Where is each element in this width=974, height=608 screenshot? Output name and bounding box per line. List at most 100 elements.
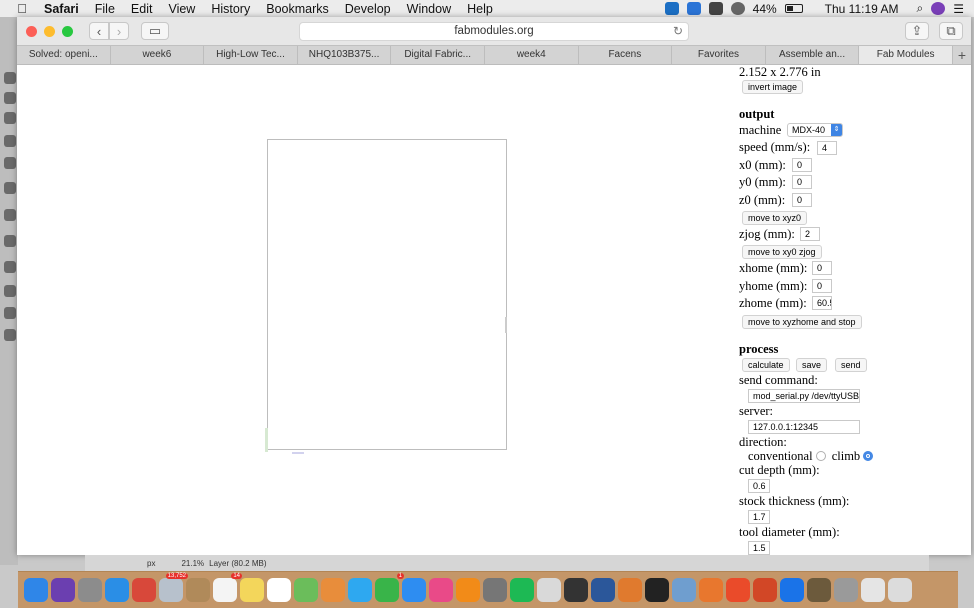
network-icon[interactable] — [672, 578, 696, 602]
tab-week6[interactable]: week6 — [111, 46, 205, 64]
spotify-icon[interactable] — [510, 578, 534, 602]
menu-bookmarks[interactable]: Bookmarks — [258, 2, 337, 16]
minimize-window-button[interactable] — [44, 25, 55, 37]
forward-button[interactable]: › — [109, 22, 129, 40]
notes-icon[interactable] — [240, 578, 264, 602]
preview-icon[interactable] — [537, 578, 561, 602]
facetime-icon[interactable]: 1 — [375, 573, 404, 602]
itunes-icon[interactable] — [429, 578, 453, 602]
launchpad-icon[interactable] — [78, 578, 102, 602]
tab-fab-modules[interactable]: Fab Modules — [859, 46, 953, 64]
wifi-icon[interactable] — [730, 2, 745, 15]
x0-input[interactable]: 0 — [792, 158, 812, 172]
menu-file[interactable]: File — [87, 2, 123, 16]
documents-icon[interactable] — [834, 578, 858, 602]
messages-icon[interactable] — [348, 578, 372, 602]
system-preferences-icon[interactable] — [483, 578, 507, 602]
terminal-icon[interactable] — [645, 578, 669, 602]
menu-help[interactable]: Help — [459, 2, 501, 16]
tab-high-low-tech[interactable]: High-Low Tec... — [204, 46, 298, 64]
mail-icon[interactable]: 13,752 — [159, 573, 188, 602]
teamviewer-icon[interactable] — [780, 578, 804, 602]
chrome-icon[interactable] — [132, 578, 156, 602]
downloads-icon[interactable] — [861, 578, 885, 602]
zoom-value[interactable]: 21.1% — [181, 559, 204, 568]
tab-favorites[interactable]: Favorites — [672, 46, 766, 64]
close-window-button[interactable] — [26, 25, 37, 37]
inkscape-icon[interactable] — [564, 578, 588, 602]
app-store-icon[interactable] — [402, 578, 426, 602]
new-tab-button[interactable]: + — [953, 46, 971, 64]
machine-select[interactable]: MDX-40 ⇕ — [787, 123, 843, 137]
zjog-input[interactable]: 2 — [800, 227, 820, 241]
zoom-window-button[interactable] — [62, 25, 73, 37]
spotlight-icon[interactable]: ⌕ — [917, 1, 924, 16]
reminders-icon[interactable] — [267, 578, 291, 602]
conventional-radio[interactable] — [815, 451, 826, 461]
maps-icon[interactable] — [294, 578, 318, 602]
eagle-icon[interactable] — [618, 578, 642, 602]
move-to-xy0-zjog-button[interactable]: move to xy0 zjog — [742, 245, 822, 259]
flame-icon[interactable] — [726, 578, 750, 602]
back-button[interactable]: ‹ — [89, 22, 109, 40]
menu-history[interactable]: History — [203, 2, 258, 16]
tab-week4[interactable]: week4 — [485, 46, 579, 64]
xhome-input[interactable]: 0 — [812, 261, 832, 275]
fusion-icon[interactable] — [699, 578, 723, 602]
browser-toolbar: ‹ › ▭ fabmodules.org ↻ ⇪ ⧉ — [17, 17, 971, 45]
y0-input[interactable]: 0 — [792, 175, 812, 189]
mirroring-status-icon[interactable] — [686, 2, 701, 15]
reload-icon[interactable]: ↻ — [673, 23, 683, 40]
unit-select[interactable]: px — [147, 559, 155, 568]
word-icon[interactable] — [591, 578, 615, 602]
menu-view[interactable]: View — [160, 2, 203, 16]
powerpoint-icon[interactable] — [753, 578, 777, 602]
timemachine-status-icon[interactable] — [708, 2, 723, 15]
menu-edit[interactable]: Edit — [123, 2, 161, 16]
send-command-input[interactable]: mod_serial.py /dev/ttyUSB0 — [748, 389, 860, 403]
sidebar-toggle-button[interactable]: ▭ — [141, 22, 169, 40]
finder-icon[interactable] — [24, 578, 48, 602]
z0-input[interactable]: 0 — [792, 193, 812, 207]
move-to-xyz0-button[interactable]: move to xyz0 — [742, 211, 808, 225]
apple-menu-icon[interactable]:  — [0, 1, 44, 16]
stock-thickness-input[interactable]: 1.7 — [748, 510, 770, 524]
tool-diameter-input[interactable]: 1.5 — [748, 541, 770, 555]
save-button[interactable]: save — [796, 358, 828, 372]
invert-image-button[interactable]: invert image — [742, 80, 804, 94]
cut-depth-input[interactable]: 0.6 — [748, 479, 770, 493]
speed-input[interactable]: 4 — [817, 141, 837, 155]
calendar-icon[interactable]: 14 — [213, 573, 242, 602]
address-bar[interactable]: fabmodules.org ↻ — [299, 22, 689, 41]
notification-center-icon[interactable]: ☰ — [953, 2, 964, 16]
menu-develop[interactable]: Develop — [337, 2, 399, 16]
tab-overview-button[interactable]: ⧉ — [939, 22, 963, 40]
tab-nhq103[interactable]: NHQ103B375... — [298, 46, 392, 64]
menu-app-name[interactable]: Safari — [44, 2, 87, 16]
gimp-icon[interactable] — [807, 578, 831, 602]
siri-icon[interactable] — [51, 578, 75, 602]
server-input[interactable]: 127.0.0.1:12345 — [748, 420, 860, 434]
zhome-input[interactable]: 60.5 — [812, 296, 832, 310]
teamviewer-status-icon[interactable] — [664, 2, 679, 15]
trash-icon[interactable] — [888, 578, 912, 602]
tab-assemble[interactable]: Assemble an... — [766, 46, 860, 64]
image-canvas[interactable] — [267, 139, 507, 450]
menu-window[interactable]: Window — [399, 2, 459, 16]
photos-icon[interactable] — [321, 578, 345, 602]
share-button[interactable]: ⇪ — [905, 22, 929, 40]
tab-facens[interactable]: Facens — [579, 46, 673, 64]
yhome-input[interactable]: 0 — [812, 279, 832, 293]
calculate-button[interactable]: calculate — [742, 358, 790, 372]
climb-radio[interactable] — [863, 451, 874, 461]
contacts-icon[interactable] — [186, 578, 210, 602]
tab-solved[interactable]: Solved: openi... — [17, 46, 111, 64]
safari-icon[interactable] — [105, 578, 129, 602]
move-to-xyzhome-button[interactable]: move to xyzhome and stop — [742, 315, 862, 329]
tab-digital-fabrication[interactable]: Digital Fabric... — [391, 46, 485, 64]
siri-status-icon[interactable] — [931, 2, 946, 15]
send-button[interactable]: send — [835, 358, 867, 372]
books-icon[interactable] — [456, 578, 480, 602]
battery-icon[interactable] — [784, 4, 803, 13]
clock[interactable]: Thu 11:19 AM — [825, 2, 899, 16]
